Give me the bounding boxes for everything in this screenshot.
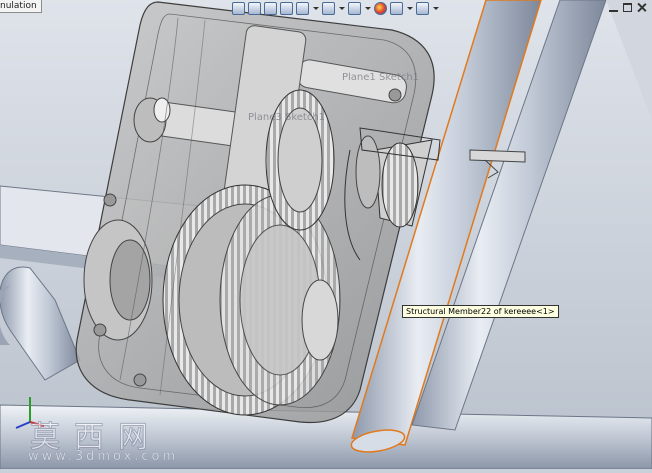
chevron-down-icon[interactable]	[312, 2, 319, 15]
previous-view-icon[interactable]	[264, 1, 277, 15]
display-style-icon[interactable]	[322, 1, 335, 15]
heads-up-view-toolbar	[232, 0, 439, 16]
chevron-down-icon[interactable]	[406, 2, 413, 15]
structural-member-tooltip: Structural Member22 of kereeee<1>	[402, 305, 559, 318]
apply-scene-icon[interactable]	[390, 1, 403, 15]
zoom-area-icon[interactable]	[248, 1, 261, 15]
tab-simulation[interactable]: nulation	[0, 0, 42, 13]
view-orientation-icon[interactable]	[296, 1, 309, 15]
model-render[interactable]	[0, 0, 652, 470]
section-view-icon[interactable]	[280, 1, 293, 15]
plane1-sketch-label: Plane1 Sketch1	[342, 72, 420, 83]
hide-show-icon[interactable]	[348, 1, 361, 15]
chevron-down-icon[interactable]	[364, 2, 371, 15]
graphics-viewport[interactable]: Plane1 Sketch1 Plane3 Sketch1 Structural…	[0, 0, 652, 470]
view-settings-icon[interactable]	[416, 1, 429, 15]
plane3-sketch-label: Plane3 Sketch1	[248, 112, 326, 123]
minimize-icon[interactable]	[609, 3, 618, 12]
watermark-url: www.3dmox.com	[28, 449, 179, 465]
viewport-window-controls	[609, 3, 646, 12]
zoom-to-fit-icon[interactable]	[232, 1, 245, 15]
edit-appearance-icon[interactable]	[374, 1, 387, 15]
maximize-icon[interactable]	[623, 3, 632, 12]
chevron-down-icon[interactable]	[338, 2, 345, 15]
chevron-down-icon[interactable]	[432, 2, 439, 15]
close-icon[interactable]	[637, 3, 646, 12]
